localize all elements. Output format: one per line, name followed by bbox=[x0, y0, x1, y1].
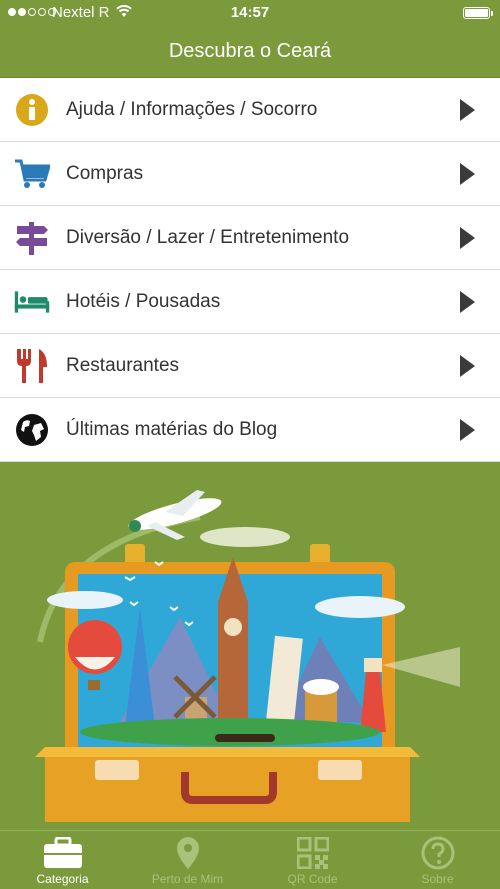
category-label: Restaurantes bbox=[66, 354, 180, 376]
tab-label: Perto de Mim bbox=[151, 872, 224, 886]
nav-title: Descubra o Ceará bbox=[0, 26, 500, 78]
location-pin-icon bbox=[176, 834, 200, 872]
category-label: Hotéis / Pousadas bbox=[66, 290, 221, 312]
category-list: Ajuda / Informações / Socorro Compras Di… bbox=[0, 78, 500, 462]
tab-label: QR Code bbox=[287, 872, 338, 886]
status-time: 14:57 bbox=[230, 4, 270, 21]
shopping-cart-icon bbox=[14, 156, 50, 192]
question-icon bbox=[421, 834, 455, 872]
chevron-right-icon bbox=[460, 163, 475, 185]
category-label: Diversão / Lazer / Entretenimento bbox=[66, 226, 350, 248]
tab-qr-code[interactable]: QR Code bbox=[250, 831, 375, 889]
tab-categoria[interactable]: Categoria bbox=[0, 831, 125, 889]
category-label: Últimas matérias do Blog bbox=[66, 418, 278, 440]
tab-bar: Categoria Perto de Mim QR Code Sobre bbox=[0, 830, 500, 889]
fork-knife-icon bbox=[14, 348, 50, 384]
globe-icon bbox=[14, 412, 50, 448]
tab-sobre[interactable]: Sobre bbox=[375, 831, 500, 889]
battery-icon bbox=[463, 7, 493, 19]
category-item-help[interactable]: Ajuda / Informações / Socorro bbox=[0, 78, 500, 142]
tab-perto-de-mim[interactable]: Perto de Mim bbox=[125, 831, 250, 889]
signpost-icon bbox=[14, 220, 50, 256]
qr-code-icon bbox=[296, 834, 329, 872]
tab-label: Categoria bbox=[36, 872, 89, 886]
category-label: Ajuda / Informações / Socorro bbox=[66, 98, 318, 120]
tab-label: Sobre bbox=[421, 872, 454, 886]
category-item-hotels[interactable]: Hotéis / Pousadas bbox=[0, 270, 500, 334]
chevron-right-icon bbox=[460, 291, 475, 313]
category-label: Compras bbox=[66, 162, 144, 184]
chevron-right-icon bbox=[460, 99, 475, 121]
info-icon bbox=[14, 92, 50, 128]
chevron-right-icon bbox=[460, 419, 475, 441]
bed-icon bbox=[14, 284, 50, 320]
category-item-blog[interactable]: Últimas matérias do Blog bbox=[0, 398, 500, 462]
chevron-right-icon bbox=[460, 355, 475, 377]
travel-suitcase-illustration bbox=[0, 462, 500, 831]
chevron-right-icon bbox=[460, 227, 475, 249]
category-item-shopping[interactable]: Compras bbox=[0, 142, 500, 206]
category-item-fun[interactable]: Diversão / Lazer / Entretenimento bbox=[0, 206, 500, 270]
category-item-restaurants[interactable]: Restaurantes bbox=[0, 334, 500, 398]
status-bar: Nextel R 14:57 bbox=[0, 0, 500, 26]
briefcase-icon bbox=[43, 834, 83, 872]
